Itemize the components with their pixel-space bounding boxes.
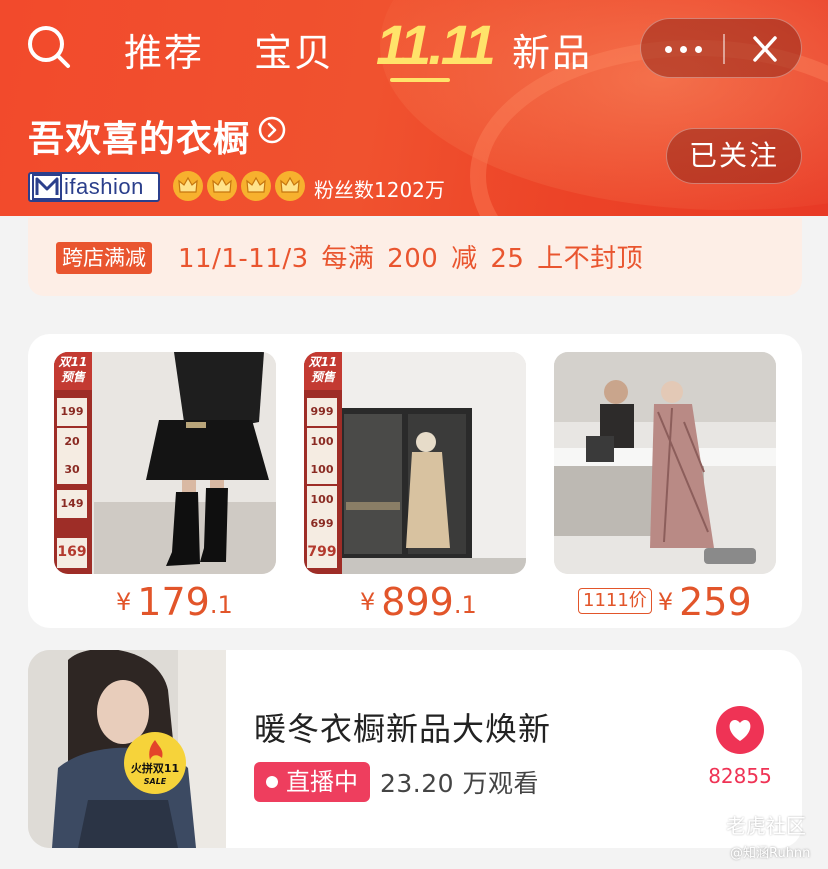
tab-new-arrivals[interactable]: 新品 [512, 22, 592, 77]
presale-label: 双11 预售 [54, 352, 92, 390]
live-title: 暖冬衣橱新品大焕新 [254, 710, 552, 748]
presale-label: 双11 预售 [304, 352, 342, 390]
price-decimal: .1 [453, 591, 477, 619]
sidebar-value: 100 [307, 428, 337, 456]
product-row: 双11 预售 199 20 30 149 169 ¥ 179 .1 双11 预售… [28, 334, 802, 628]
sidebar-final-price: 799 [307, 538, 337, 568]
like-count: 82855 [708, 764, 772, 788]
watermark-sub: @知涵Ruhnn [730, 846, 811, 861]
follow-button[interactable]: 已关注 [666, 128, 802, 184]
more-icon[interactable] [641, 19, 725, 79]
product-image: 双11 预售 999 100 100 100 699 799 [304, 352, 526, 574]
heart-icon [729, 720, 751, 741]
product-price: ¥ 899 .1 [360, 582, 477, 622]
crown-icon [241, 171, 271, 201]
product-price: ¥ 179 .1 [116, 582, 233, 622]
product-price: 1111价 ¥ 259 [578, 582, 752, 622]
brand-badge-text: ifashion [64, 174, 144, 199]
close-icon[interactable] [727, 19, 803, 79]
presale-price-sidebar: 双11 预售 999 100 100 100 699 799 [304, 352, 342, 574]
cross-store-discount-banner[interactable]: 跨店满减 11/1-11/3 每满 200 减 25 上不封顶 [28, 218, 802, 296]
sidebar-value: 20 [57, 428, 87, 456]
shop-level-crowns [172, 170, 306, 204]
currency-symbol: ¥ [360, 588, 376, 616]
live-status-badge: 直播中 [254, 762, 370, 802]
shop-header: 推荐 宝贝 11.11 新品 吾欢喜的衣橱 已关注 ifashion 粉丝数12… [0, 0, 828, 216]
promo-tag: 跨店满减 [56, 242, 152, 274]
sidebar-value: 149 [57, 490, 87, 518]
crown-icon [173, 171, 203, 201]
like-button[interactable] [716, 706, 764, 754]
festival-logo-text: 11.11 [376, 13, 496, 76]
mini-program-capsule [640, 18, 802, 78]
product-card[interactable]: 双11 预售 199 20 30 149 169 [54, 352, 276, 574]
viewer-count: 23.20 万观看 [380, 769, 540, 798]
capsule-divider [723, 34, 725, 64]
tab-items[interactable]: 宝贝 [254, 22, 334, 77]
sidebar-value: 199 [57, 398, 87, 426]
shop-name[interactable]: 吾欢喜的衣橱 [28, 110, 250, 162]
active-tab-underline [390, 78, 450, 82]
watermark: 老虎社区 [694, 810, 806, 839]
sticker-line1: 火拼双11 [131, 761, 179, 775]
product-image [554, 352, 776, 574]
sidebar-final-price: 169 [57, 538, 87, 568]
chevron-right-icon[interactable] [258, 116, 286, 144]
live-cover-image: 火拼双11 SALE [28, 650, 226, 848]
festival-1111-logo[interactable]: 11.11 [376, 14, 496, 82]
live-stream-card[interactable]: 火拼双11 SALE 暖冬衣橱新品大焕新 直播中 23.20 万观看 82855 [28, 650, 802, 848]
sidebar-value: 100 [307, 456, 337, 484]
price-1111-tag: 1111价 [578, 588, 652, 614]
watermark-text: 老虎社区 [726, 814, 806, 838]
product-card[interactable]: 双11 预售 999 100 100 100 699 799 [304, 352, 526, 574]
product-photo-plaid-coat [554, 352, 776, 574]
fans-count: 粉丝数1202万 [314, 178, 445, 202]
presale-price-sidebar: 双11 预售 199 20 30 149 169 [54, 352, 92, 574]
price-integer: 259 [679, 580, 752, 624]
product-image: 双11 预售 199 20 30 149 169 [54, 352, 276, 574]
sidebar-value: 30 [57, 456, 87, 484]
crown-icon [207, 171, 237, 201]
tab-recommend[interactable]: 推荐 [124, 22, 204, 77]
product-card[interactable] [554, 352, 776, 574]
sidebar-value: 699 [307, 510, 337, 538]
tiger-logo-icon [695, 812, 719, 837]
sticker-line2: SALE [144, 777, 167, 786]
ifashion-badge: ifashion [28, 172, 160, 202]
currency-symbol: ¥ [657, 588, 674, 616]
price-integer: 179 [137, 580, 210, 624]
sidebar-value: 999 [307, 398, 337, 426]
search-icon[interactable] [26, 24, 72, 70]
brand-m-icon [32, 174, 62, 200]
promo-text: 11/1-11/3 每满 200 减 25 上不封顶 [178, 244, 644, 274]
crown-icon [275, 171, 305, 201]
price-integer: 899 [381, 580, 454, 624]
fire-sale-sticker: 火拼双11 SALE [124, 732, 186, 794]
price-decimal: .1 [209, 591, 233, 619]
currency-symbol: ¥ [116, 588, 132, 616]
